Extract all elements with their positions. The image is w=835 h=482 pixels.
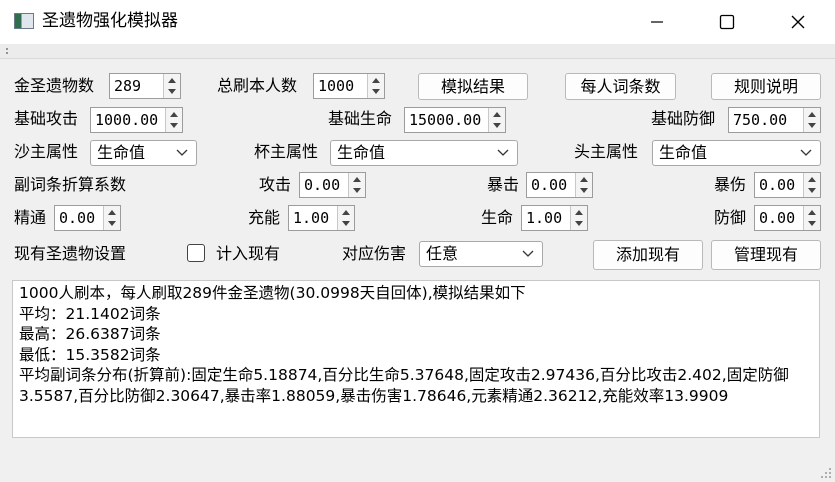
sands-main-select[interactable]: 生命值 (90, 140, 197, 166)
goblet-main-label: 杯主属性 (254, 142, 319, 161)
per-player-stats-button[interactable]: 每人词条数 (565, 73, 676, 100)
chevron-down-icon (522, 250, 534, 257)
circlet-main-value: 生命值 (659, 143, 708, 162)
include-existing-checkbox[interactable] (187, 244, 205, 262)
crit-dmg-coef-spinbox[interactable]: 0.00 (754, 172, 821, 198)
hp-coef-value[interactable]: 1.00 (526, 207, 562, 229)
atk-coef-value[interactable]: 0.00 (304, 174, 340, 196)
chevron-down-icon (176, 149, 188, 156)
def-coef-spinbox[interactable]: 0.00 (754, 205, 821, 231)
circlet-main-label: 头主属性 (574, 142, 639, 161)
base-atk-label: 基础攻击 (14, 109, 79, 128)
goblet-main-value: 生命值 (337, 143, 386, 162)
atk-coef-spinbox[interactable]: 0.00 (299, 172, 366, 198)
base-hp-label: 基础生命 (328, 109, 393, 128)
base-hp-value[interactable]: 15000.00 (409, 109, 481, 131)
spin-arrows[interactable] (803, 206, 820, 230)
spin-arrows[interactable] (575, 173, 592, 197)
damage-type-select[interactable]: 任意 (419, 241, 543, 267)
hp-coef-label: 生命 (481, 208, 514, 227)
result-line: 1000人刷本，每人刷取289件金圣遗物(30.0998天自回体),模拟结果如下 (19, 284, 526, 302)
crit-rate-coef-spinbox[interactable]: 0.00 (526, 172, 593, 198)
spin-arrows[interactable] (103, 206, 120, 230)
artifact-count-value[interactable]: 289 (114, 75, 141, 97)
er-coef-label: 充能 (248, 208, 281, 227)
spin-arrows[interactable] (488, 108, 505, 132)
result-line: 平均副词条分布(折算前):固定生命5.18874,百分比生命5.37648,固定… (19, 366, 789, 405)
toolbar-grip-icon[interactable] (4, 47, 10, 55)
crit-rate-coef-label: 暴击 (487, 175, 520, 194)
circlet-main-select[interactable]: 生命值 (652, 140, 821, 166)
maximize-button[interactable] (692, 0, 762, 44)
er-coef-value[interactable]: 1.00 (293, 207, 329, 229)
result-line: 最低：15.3582词条 (19, 345, 161, 364)
base-def-spinbox[interactable]: 750.00 (728, 107, 821, 133)
em-coef-label: 精通 (14, 208, 47, 227)
base-hp-spinbox[interactable]: 15000.00 (404, 107, 506, 133)
artifact-count-label: 金圣遗物数 (14, 76, 95, 95)
sands-main-label: 沙主属性 (14, 142, 79, 161)
spin-arrows[interactable] (337, 206, 354, 230)
toolbar-strip (0, 44, 835, 59)
goblet-main-select[interactable]: 生命值 (330, 140, 518, 166)
players-spinbox[interactable]: 1000 (313, 73, 385, 99)
em-coef-value[interactable]: 0.00 (59, 207, 95, 229)
spin-arrows[interactable] (163, 74, 180, 98)
crit-dmg-coef-value[interactable]: 0.00 (759, 174, 795, 196)
spin-arrows[interactable] (367, 74, 384, 98)
maximize-icon (719, 14, 735, 30)
spin-arrows[interactable] (803, 173, 820, 197)
chevron-down-icon (497, 149, 509, 156)
spin-arrows[interactable] (348, 173, 365, 197)
crit-rate-coef-value[interactable]: 0.00 (531, 174, 567, 196)
substat-coef-label: 副词条折算系数 (14, 175, 127, 194)
result-line: 最高：26.6387词条 (19, 325, 161, 343)
app-icon (14, 13, 34, 29)
close-icon (791, 15, 805, 29)
spin-arrows[interactable] (165, 108, 182, 132)
rules-button[interactable]: 规则说明 (711, 73, 821, 100)
include-existing-label[interactable]: 计入现有 (216, 243, 280, 265)
damage-type-value: 任意 (426, 244, 459, 263)
players-label: 总刷本人数 (217, 76, 298, 95)
crit-dmg-coef-label: 暴伤 (714, 175, 747, 194)
existing-artifacts-label: 现有圣遗物设置 (14, 244, 127, 263)
hp-coef-spinbox[interactable]: 1.00 (521, 205, 588, 231)
em-coef-spinbox[interactable]: 0.00 (54, 205, 121, 231)
players-value[interactable]: 1000 (318, 75, 354, 97)
spin-arrows[interactable] (803, 108, 820, 132)
atk-coef-label: 攻击 (259, 175, 292, 194)
base-def-value[interactable]: 750.00 (733, 109, 787, 131)
manage-existing-button[interactable]: 管理现有 (711, 240, 821, 270)
minimize-button[interactable] (622, 0, 692, 44)
simulate-button[interactable]: 模拟结果 (418, 73, 528, 100)
artifact-count-spinbox[interactable]: 289 (109, 73, 181, 99)
result-line: 平均：21.1402词条 (19, 304, 161, 323)
result-output[interactable]: 1000人刷本，每人刷取289件金圣遗物(30.0998天自回体),模拟结果如下… (12, 280, 820, 438)
base-def-label: 基础防御 (651, 109, 716, 128)
base-atk-value[interactable]: 1000.00 (95, 109, 158, 131)
er-coef-spinbox[interactable]: 1.00 (288, 205, 355, 231)
resize-grip-icon[interactable] (818, 465, 832, 479)
minimize-icon (651, 21, 663, 23)
window-title: 圣遗物强化模拟器 (42, 11, 178, 31)
sands-main-value: 生命值 (97, 143, 146, 162)
base-atk-spinbox[interactable]: 1000.00 (90, 107, 183, 133)
def-coef-value[interactable]: 0.00 (759, 207, 795, 229)
spin-arrows[interactable] (570, 206, 587, 230)
damage-type-label: 对应伤害 (342, 244, 407, 263)
chevron-down-icon (800, 149, 812, 156)
add-existing-button[interactable]: 添加现有 (593, 240, 703, 270)
def-coef-label: 防御 (714, 208, 747, 227)
close-button[interactable] (763, 0, 833, 44)
